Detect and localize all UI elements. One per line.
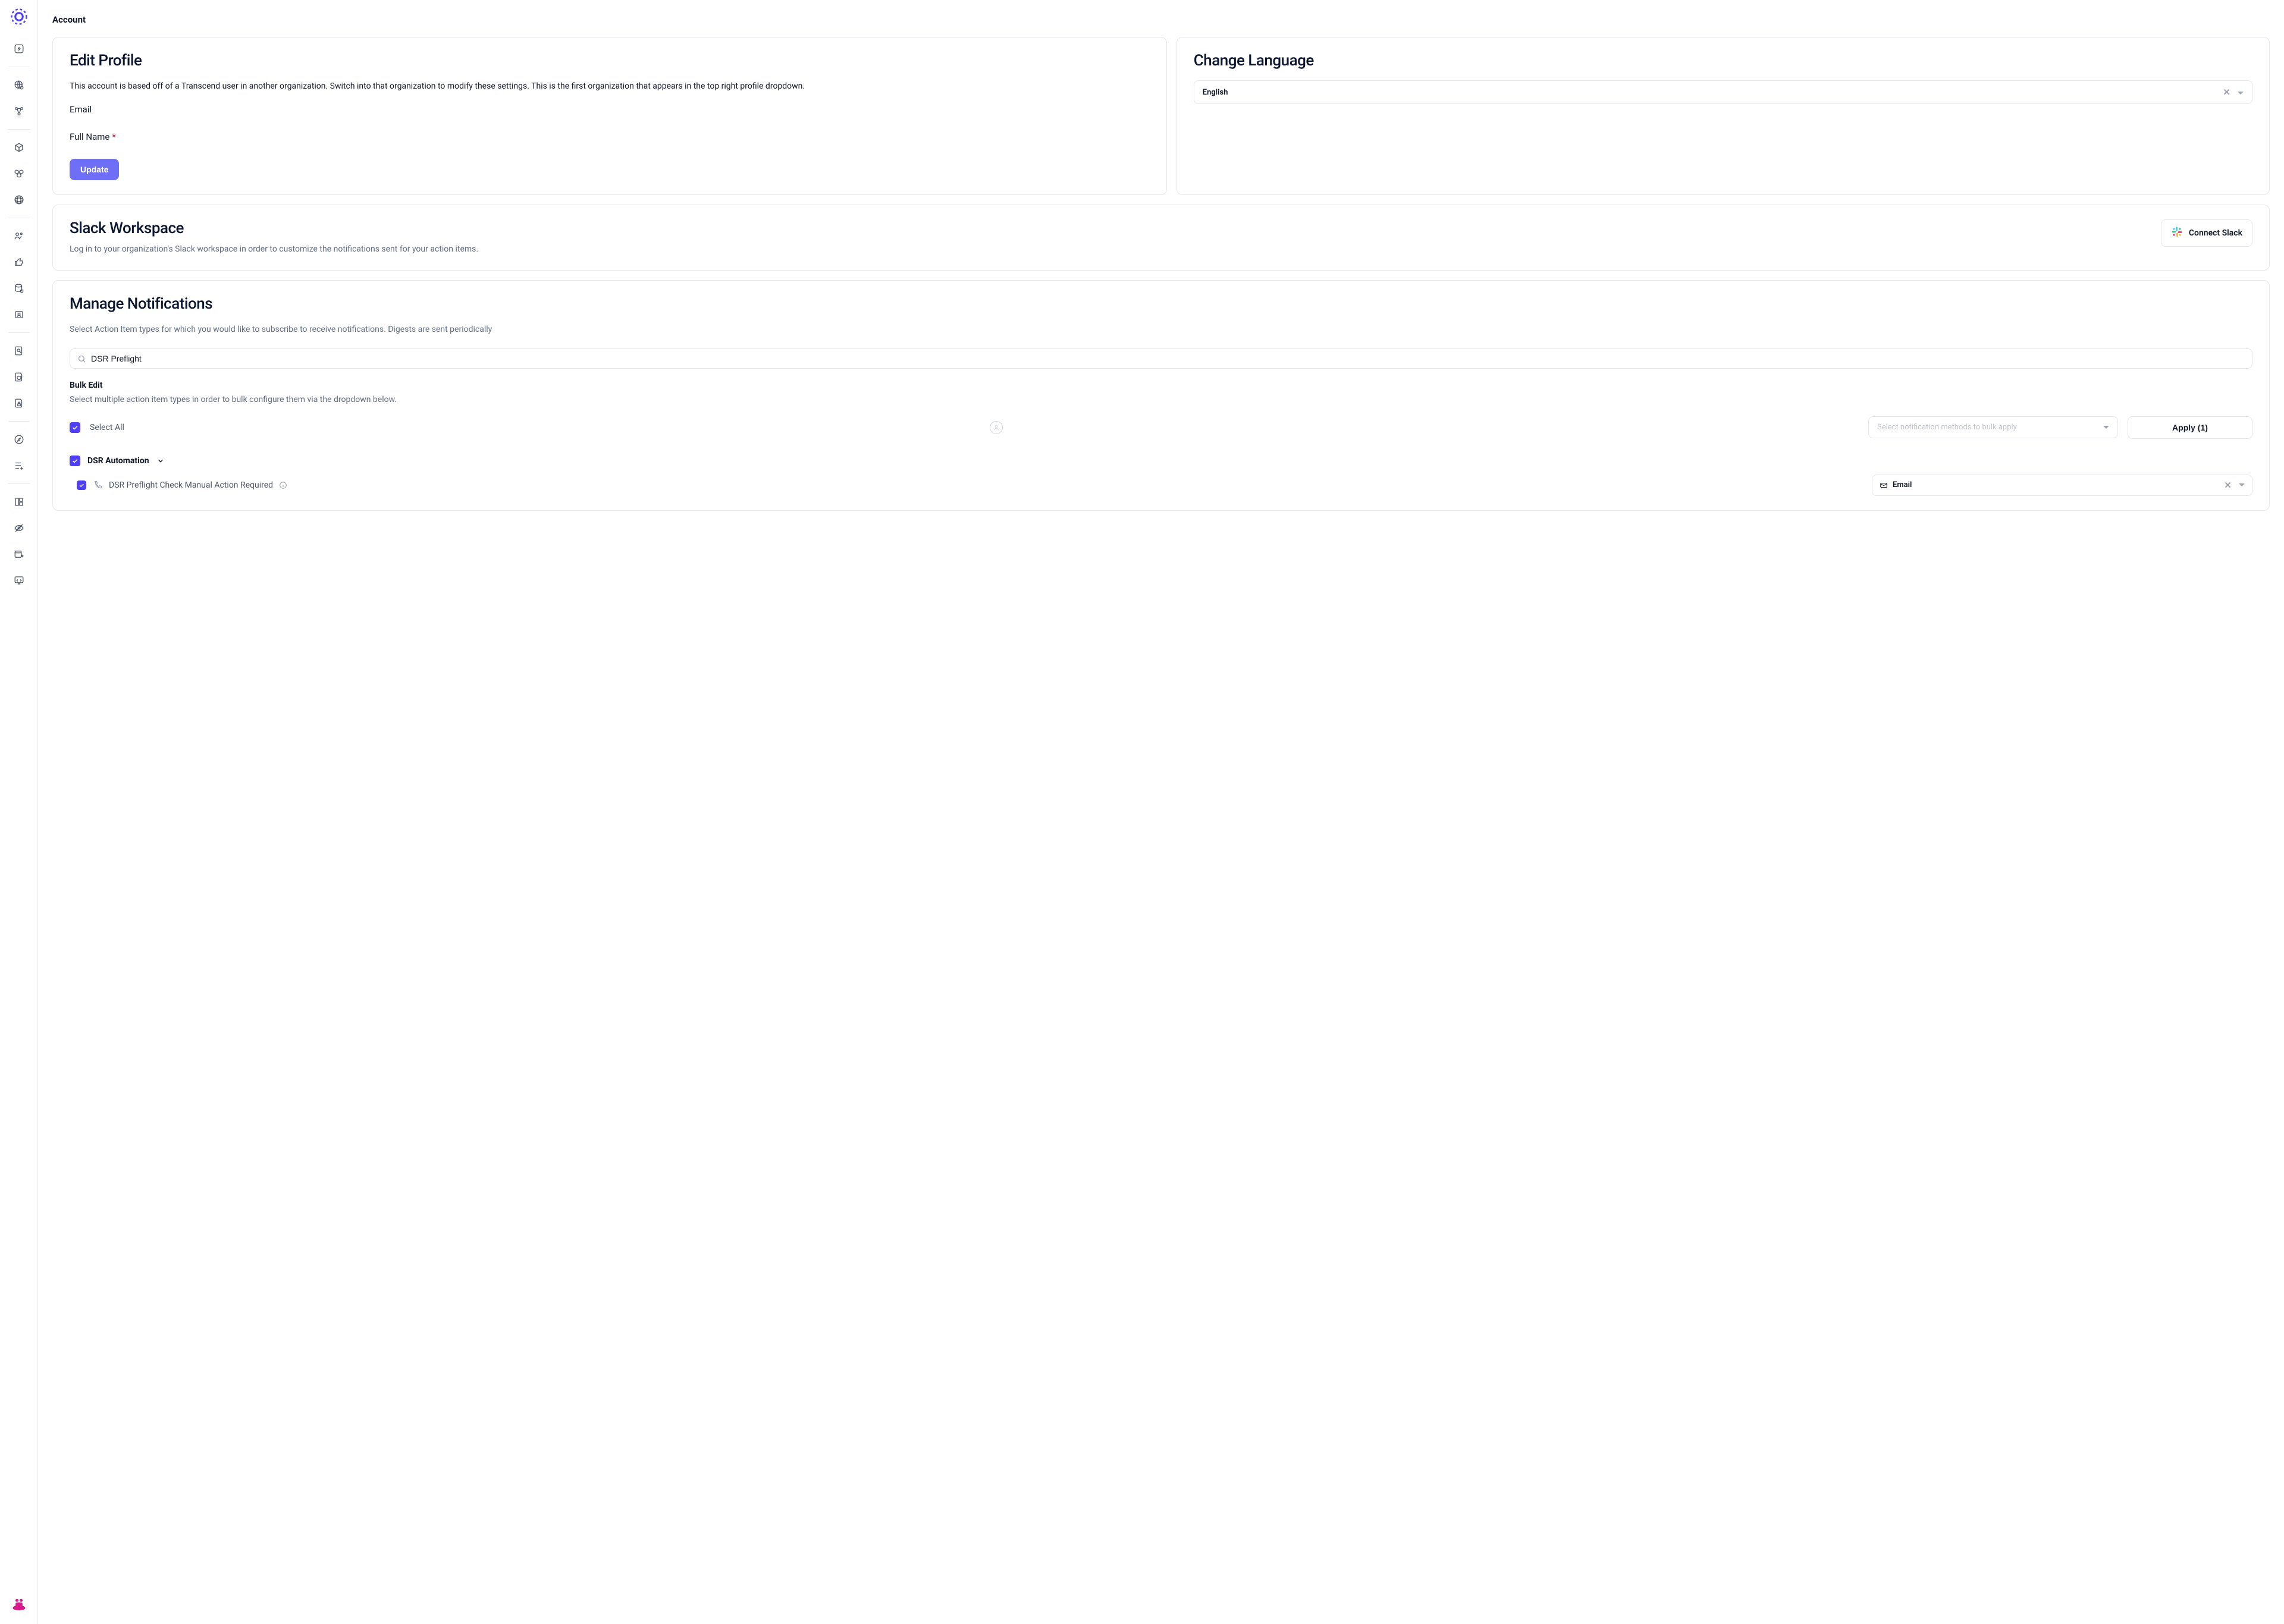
group-expand-chevron-icon[interactable] <box>156 457 165 465</box>
search-icon <box>77 354 86 363</box>
change-language-title: Change Language <box>1194 52 2252 70</box>
sidebar-bottom-logo[interactable] <box>11 1595 27 1614</box>
ghost-avatar-icon <box>990 421 1003 434</box>
update-button[interactable]: Update <box>70 159 119 180</box>
nav-cubes-icon[interactable] <box>10 164 29 183</box>
content: Account Edit Profile This account is bas… <box>38 0 2284 1624</box>
bulk-edit-desc: Select multiple action item types in ord… <box>70 394 2252 407</box>
clear-language-icon[interactable]: ✕ <box>2223 87 2230 98</box>
language-value: English <box>1203 88 1228 97</box>
slack-icon <box>2171 226 2183 240</box>
edit-profile-title: Edit Profile <box>70 52 1150 70</box>
bulk-edit-heading: Bulk Edit <box>70 381 2252 390</box>
slack-title: Slack Workspace <box>70 219 2149 237</box>
edit-profile-desc: This account is based off of a Transcend… <box>70 80 1150 93</box>
notifications-title: Manage Notifications <box>70 295 2252 313</box>
nav-layout-icon[interactable] <box>10 492 29 511</box>
nav-list-plus-icon[interactable] <box>10 456 29 475</box>
nav-doc-shield-icon[interactable] <box>10 367 29 387</box>
bulk-method-select[interactable]: Select notification methods to bulk appl… <box>1868 416 2118 438</box>
info-icon[interactable] <box>279 481 287 489</box>
group-checkbox[interactable] <box>70 456 80 466</box>
change-language-card: Change Language English ✕ <box>1176 37 2270 195</box>
nav-eye-off-icon[interactable] <box>10 519 29 538</box>
apply-button[interactable]: Apply (1) <box>2128 416 2252 439</box>
slack-card: Slack Workspace Log in to your organizat… <box>52 205 2270 271</box>
sidebar-divider <box>8 483 30 484</box>
notifications-card: Manage Notifications Select Action Item … <box>52 280 2270 510</box>
item-checkbox[interactable] <box>77 480 86 490</box>
item-label-text: DSR Preflight Check Manual Action Requir… <box>109 480 273 490</box>
sidebar-divider <box>8 332 30 333</box>
sidebar-divider <box>8 421 30 422</box>
nav-sphere-icon[interactable] <box>10 190 29 209</box>
clear-item-method-icon[interactable]: ✕ <box>2224 480 2232 491</box>
nav-search-doc-icon[interactable] <box>10 341 29 360</box>
fullname-label-text: Full Name <box>70 131 109 142</box>
required-asterisk: * <box>112 131 115 142</box>
notification-group-row: DSR Automation <box>70 456 2252 466</box>
phone-icon <box>93 480 103 490</box>
nav-database-icon[interactable] <box>10 279 29 298</box>
select-all-checkbox[interactable] <box>70 422 80 433</box>
sidebar-divider <box>8 129 30 130</box>
page-title: Account <box>52 14 2270 25</box>
slack-desc: Log in to your organization's Slack work… <box>70 243 2149 256</box>
item-method-value: Email <box>1893 480 1912 489</box>
bulk-method-placeholder: Select notification methods to bulk appl… <box>1877 423 2017 432</box>
nav-compass-icon[interactable] <box>10 430 29 449</box>
language-select[interactable]: English ✕ <box>1194 80 2252 104</box>
item-method-select[interactable]: Email ✕ <box>1872 475 2252 496</box>
chevron-down-icon[interactable] <box>2239 480 2245 491</box>
notifications-desc: Select Action Item types for which you w… <box>70 323 2252 337</box>
nav-window-plus-icon[interactable] <box>10 545 29 564</box>
app-logo[interactable] <box>10 7 29 26</box>
group-title: DSR Automation <box>87 456 149 466</box>
nav-code-monitor-icon[interactable] <box>10 571 29 590</box>
connect-slack-label: Connect Slack <box>2189 228 2242 238</box>
nav-thumbs-icon[interactable] <box>10 253 29 272</box>
notifications-search[interactable] <box>70 348 2252 369</box>
nav-id-icon[interactable] <box>10 305 29 324</box>
nav-cube-icon[interactable] <box>10 138 29 157</box>
chevron-down-icon <box>2103 426 2109 429</box>
notifications-search-input[interactable] <box>91 354 2245 363</box>
nav-users-icon[interactable] <box>10 227 29 246</box>
nav-doc-lock-icon[interactable] <box>10 394 29 413</box>
nav-power-icon[interactable] <box>10 39 29 58</box>
fullname-label: Full Name* <box>70 131 1150 142</box>
email-label: Email <box>70 104 1150 115</box>
edit-profile-card: Edit Profile This account is based off o… <box>52 37 1167 195</box>
nav-nodes-icon[interactable] <box>10 102 29 121</box>
sidebar <box>0 0 38 1624</box>
connect-slack-button[interactable]: Connect Slack <box>2161 219 2252 247</box>
nav-globe-icon[interactable] <box>10 76 29 95</box>
chevron-down-icon[interactable] <box>2238 88 2244 97</box>
notification-item-row: DSR Preflight Check Manual Action Requir… <box>70 475 2252 496</box>
mail-icon <box>1880 481 1888 489</box>
select-all-label: Select All <box>90 423 124 432</box>
